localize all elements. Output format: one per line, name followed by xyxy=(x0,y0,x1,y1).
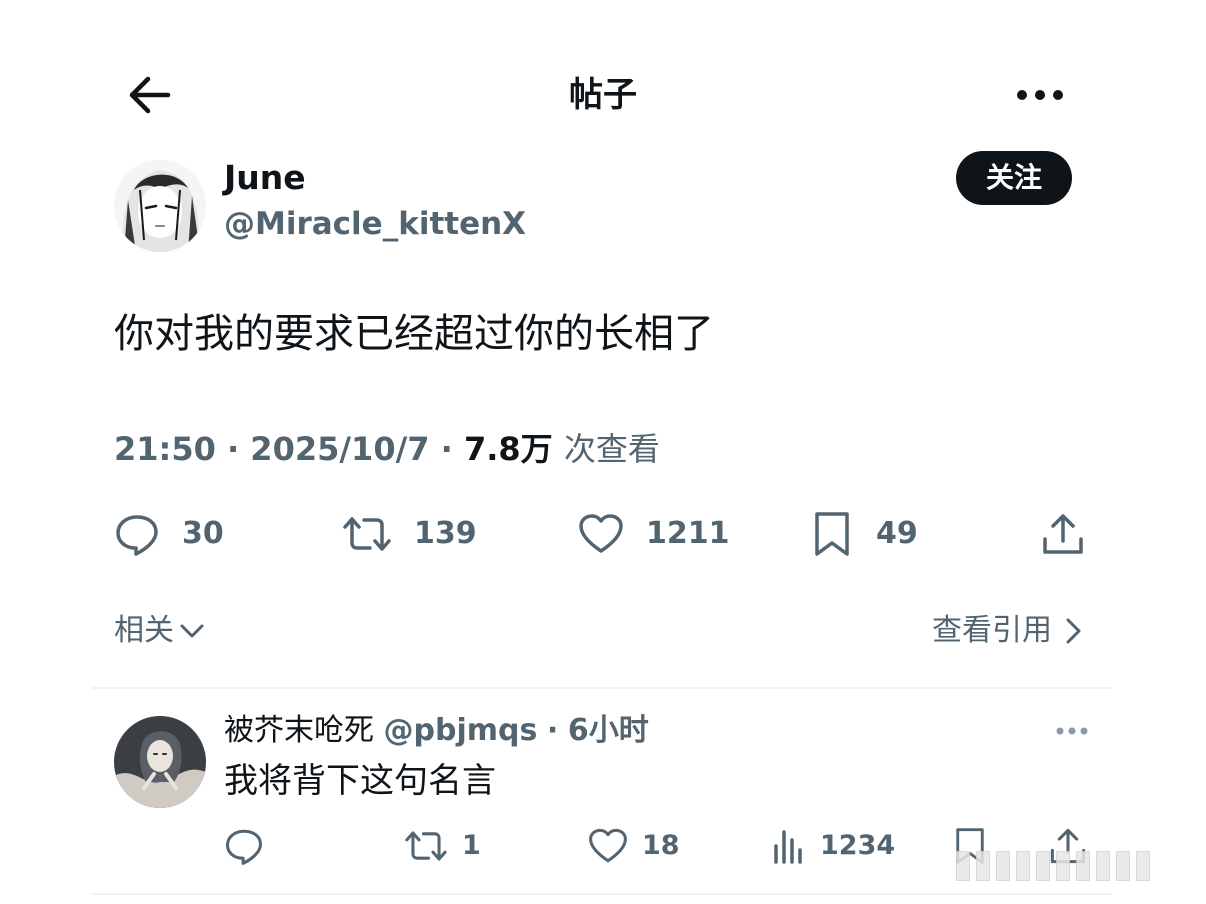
reply-more-button[interactable] xyxy=(1048,714,1096,748)
follow-button[interactable]: 关注 xyxy=(956,151,1072,205)
divider xyxy=(92,687,1112,689)
related-dropdown[interactable]: 相关 xyxy=(114,606,206,656)
views-label: 次查看 xyxy=(563,430,660,468)
heart-icon xyxy=(579,514,623,553)
chevron-down-icon xyxy=(180,624,204,638)
reply-count: 30 xyxy=(182,516,224,551)
post-time: 21:50 xyxy=(114,430,216,468)
reply-header: 被芥末呛死 @pbjmqs · 6小时 xyxy=(224,708,649,754)
heart-icon xyxy=(589,828,627,863)
post-text: 你对我的要求已经超过你的长相了 xyxy=(114,311,714,357)
reply-button[interactable]: 30 xyxy=(114,506,224,562)
reply-author-handle[interactable]: @pbjmqs xyxy=(384,713,538,748)
bookmark-button[interactable]: 49 xyxy=(810,506,918,562)
bookmark-icon xyxy=(815,512,849,556)
reply-views-count: 1234 xyxy=(820,830,896,861)
reply-icon xyxy=(225,829,263,865)
reply-author-name[interactable]: 被芥末呛死 xyxy=(224,713,374,748)
related-label: 相关 xyxy=(114,613,174,648)
back-button[interactable] xyxy=(120,68,180,122)
chevron-right-icon xyxy=(1066,618,1081,644)
post-date: 2025/10/7 xyxy=(250,430,430,468)
more-dots-icon xyxy=(1056,727,1088,735)
post-meta: 21:50 · 2025/10/7 · 7.8万 次查看 xyxy=(114,424,660,474)
author-handle[interactable]: @Miracle_kittenX xyxy=(224,202,526,246)
share-icon xyxy=(1043,514,1083,554)
reply-views-button[interactable]: 1234 xyxy=(772,824,895,868)
views-count: 7.8万 xyxy=(463,430,553,468)
reply-time: 6小时 xyxy=(567,713,649,748)
divider xyxy=(92,893,1112,895)
view-quotes-link[interactable]: 查看引用 xyxy=(932,606,1086,656)
reply-repost-count: 1 xyxy=(462,830,481,861)
share-button[interactable] xyxy=(1040,506,1086,562)
author-name[interactable]: June xyxy=(224,156,306,200)
reply-text: 我将背下这句名言 xyxy=(224,761,496,801)
repost-icon xyxy=(343,517,391,551)
repost-button[interactable]: 139 xyxy=(342,506,477,562)
bookmark-count: 49 xyxy=(876,516,918,551)
reply-repost-button[interactable]: 1 xyxy=(404,824,481,868)
reply-like-count: 18 xyxy=(642,830,680,861)
avatar-image xyxy=(114,160,206,252)
like-button[interactable]: 1211 xyxy=(578,506,730,562)
reply-icon xyxy=(116,515,158,556)
repost-count: 139 xyxy=(414,516,477,551)
more-dots-icon xyxy=(1017,90,1063,100)
like-count: 1211 xyxy=(646,516,730,551)
reply-author-avatar[interactable] xyxy=(114,716,206,808)
arrow-left-icon xyxy=(129,76,171,114)
avatar-image xyxy=(114,716,206,808)
meta-separator: · xyxy=(227,430,240,468)
view-quotes-label: 查看引用 xyxy=(932,613,1052,648)
author-avatar[interactable] xyxy=(114,160,206,252)
reply-like-button[interactable]: 18 xyxy=(588,824,680,868)
bar-chart-icon xyxy=(774,830,802,864)
meta-separator: · xyxy=(440,430,453,468)
reply-separator: · xyxy=(546,713,559,748)
watermark-strip xyxy=(956,850,1186,882)
reply-reply-button[interactable] xyxy=(224,824,264,868)
repost-icon xyxy=(405,831,447,861)
more-options-button[interactable] xyxy=(1008,72,1072,118)
